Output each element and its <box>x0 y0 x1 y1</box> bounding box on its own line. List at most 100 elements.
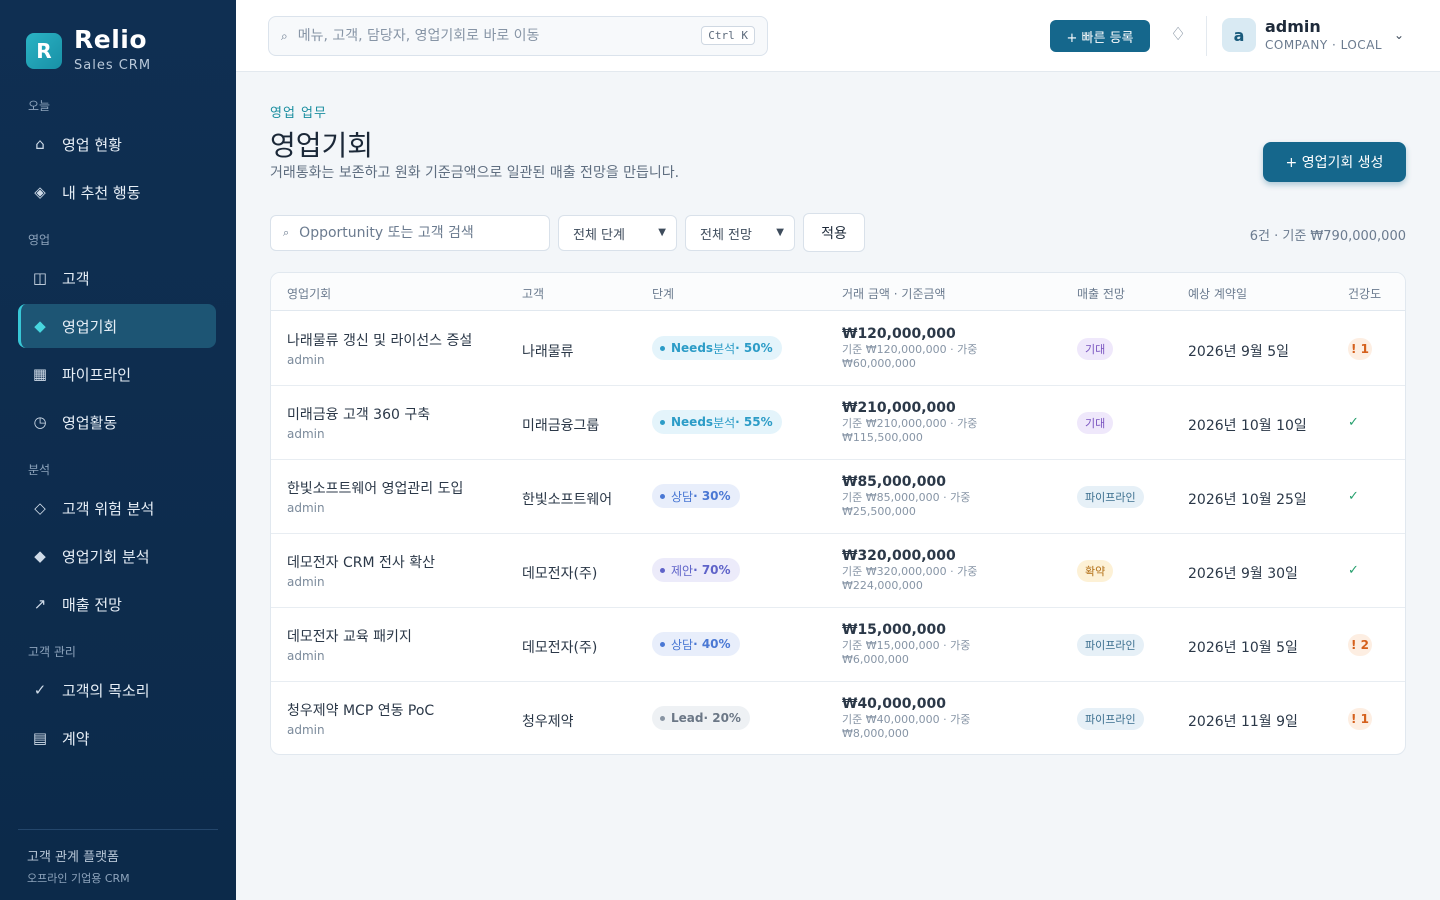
table-row[interactable]: 청우제약 MCP 연동 PoC admin 청우제약 Lead · 20% ₩40,00… <box>271 682 1405 754</box>
customer-icon: ◫ <box>32 269 48 287</box>
stage-percent: · 40% <box>693 637 731 651</box>
customer-name[interactable]: 한빛소프트웨어 <box>522 489 612 509</box>
sidebar-item-activities[interactable]: ◷ 영업활동 <box>18 400 216 444</box>
expected-close-date: 2026년 10월 10일 <box>1188 418 1307 434</box>
deal-amount: ₩40,000,000 <box>842 696 947 712</box>
column-header[interactable]: 고객 <box>522 285 544 302</box>
sidebar-item-opportunities[interactable]: ◆ 영업기회 <box>18 304 216 348</box>
sidebar-item-label: 영업 현황 <box>62 135 122 154</box>
topbar: ⌕ Ctrl K + 빠른 등록 ♢ a admin COMPANY · LOC… <box>236 0 1440 72</box>
opportunity-owner: admin <box>287 501 325 515</box>
health-warning-badge[interactable]: ! 2 <box>1348 634 1372 656</box>
forecast-select-value: 전체 전망 <box>700 227 752 243</box>
sidebar-item-label: 매출 전망 <box>62 595 122 614</box>
table-row[interactable]: 데모전자 교육 패키지 admin 데모전자(주) 상담 · 40% ₩15,000,0… <box>271 608 1405 682</box>
deal-amount: ₩85,000,000 <box>842 474 947 490</box>
page-title: 영업기회 <box>270 129 374 162</box>
opportunity-search-input[interactable] <box>299 225 540 241</box>
column-header[interactable]: 단계 <box>652 285 674 302</box>
opportunity-name[interactable]: 나래물류 갱신 및 라이선스 증설 <box>287 330 472 350</box>
nav-section-analysis: 분석 <box>28 463 51 477</box>
sidebar-item-recommend[interactable]: ◈ 내 추천 행동 <box>18 170 216 214</box>
table-row[interactable]: 나래물류 갱신 및 라이선스 증설 admin 나래물류 Needs 분석 · 50%… <box>271 312 1405 386</box>
opportunity-name[interactable]: 데모전자 CRM 전사 확산 <box>287 552 435 572</box>
result-summary: 6건 · 기준 ₩790,000,000 <box>1249 229 1406 244</box>
stage-name: Needs <box>671 415 714 429</box>
sidebar-item-forecast[interactable]: ↗ 매출 전망 <box>18 582 216 626</box>
sidebar-item-pipeline[interactable]: ▦ 파이프라인 <box>18 352 216 396</box>
stage-percent: · 30% <box>693 489 731 503</box>
sidebar-item-dashboard[interactable]: ⌂ 영업 현황 <box>18 122 216 166</box>
stage-percent: · 20% <box>703 711 741 725</box>
deal-amount: ₩320,000,000 <box>842 548 956 564</box>
quick-add-button[interactable]: + 빠른 등록 <box>1050 20 1150 52</box>
customer-name[interactable]: 데모전자(주) <box>522 563 597 583</box>
customer-name[interactable]: 청우제약 <box>522 711 574 731</box>
sidebar-item-label: 고객 <box>62 269 90 288</box>
opportunity-name[interactable]: 데모전자 교육 패키지 <box>287 626 412 646</box>
chevron-down-icon[interactable]: ⌄ <box>1394 28 1404 42</box>
footer-title: 고객 관계 플랫폼 <box>27 850 119 865</box>
stage-select[interactable]: 전체 단계 ▼ <box>558 215 677 251</box>
amount-detail: 기준 ₩40,000,000 · 가중 ₩8,000,000 <box>842 713 971 740</box>
stage-percent: · 50% <box>735 341 773 355</box>
table-row[interactable]: 미래금융 고객 360 구축 admin 미래금융그룹 Needs 분석 · 55% ₩… <box>271 386 1405 460</box>
user-name[interactable]: admin <box>1265 17 1321 36</box>
chevron-down-icon: ▼ <box>776 227 784 238</box>
page-description: 거래통화는 보존하고 원화 기준금액으로 일관된 매출 전망을 만듭니다. <box>270 165 680 181</box>
home-icon: ⌂ <box>35 135 45 153</box>
opportunity-icon: ◆ <box>34 317 46 335</box>
chevron-down-icon: ▼ <box>658 227 666 238</box>
sidebar-item-label: 내 추천 행동 <box>62 183 141 202</box>
search-icon: ⌕ <box>283 226 290 239</box>
opportunity-name[interactable]: 한빛소프트웨어 영업관리 도입 <box>287 478 463 498</box>
sidebar-item-contracts[interactable]: ▤ 계약 <box>18 716 216 760</box>
global-search[interactable]: ⌕ Ctrl K <box>268 16 768 56</box>
stage-badge: 상담 · 30% <box>652 484 740 508</box>
table-row[interactable]: 데모전자 CRM 전사 확산 admin 데모전자(주) 제안 · 70% ₩320,0… <box>271 534 1405 608</box>
amount-detail: 기준 ₩120,000,000 · 가중 ₩60,000,000 <box>842 343 978 370</box>
health-ok-icon: ✓ <box>1348 415 1359 430</box>
column-header[interactable]: 예상 계약일 <box>1188 285 1247 302</box>
customer-name[interactable]: 미래금융그룹 <box>522 415 599 435</box>
opportunity-name[interactable]: 청우제약 MCP 연동 PoC <box>287 700 434 720</box>
opportunity-name[interactable]: 미래금융 고객 360 구축 <box>287 404 430 424</box>
trend-icon: ↗ <box>33 595 47 613</box>
apply-button[interactable]: 적용 <box>803 213 865 252</box>
notification-icon[interactable]: ♢ <box>1170 24 1186 45</box>
stage-sub: 분석 <box>713 341 736 356</box>
customer-name[interactable]: 데모전자(주) <box>522 637 597 657</box>
forecast-badge: 확약 <box>1077 560 1114 582</box>
brand-name: Relio <box>74 25 148 54</box>
health-warning-badge[interactable]: ! 1 <box>1348 338 1372 360</box>
customer-name[interactable]: 나래물류 <box>522 341 574 361</box>
sidebar-item-voice[interactable]: ✓ 고객의 목소리 <box>18 668 216 712</box>
forecast-select[interactable]: 전체 전망 ▼ <box>685 215 795 251</box>
column-header[interactable]: 매출 전망 <box>1077 285 1125 302</box>
create-opportunity-button[interactable]: + 영업기회 생성 <box>1263 142 1406 182</box>
health-warning-badge[interactable]: ! 1 <box>1348 708 1372 730</box>
brand[interactable]: R Relio Sales CRM <box>26 25 151 73</box>
column-header[interactable]: 영업기회 <box>287 285 331 302</box>
avatar[interactable]: a <box>1222 18 1256 52</box>
sidebar-item-risk[interactable]: ◇ 고객 위험 분석 <box>18 486 216 530</box>
forecast-badge: 기대 <box>1077 412 1114 434</box>
sidebar: R Relio Sales CRM 오늘 ⌂ 영업 현황 ◈ 내 추천 행동 영… <box>0 0 236 900</box>
user-company: COMPANY · LOCAL <box>1265 38 1383 52</box>
forecast-badge: 파이프라인 <box>1077 486 1144 508</box>
column-header[interactable]: 거래 금액 · 기준금액 <box>842 285 946 302</box>
amount-detail: 기준 ₩320,000,000 · 가중 ₩224,000,000 <box>842 565 978 592</box>
stage-name: Lead <box>671 711 704 725</box>
sidebar-item-label: 고객의 목소리 <box>62 681 150 700</box>
table-row[interactable]: 한빛소프트웨어 영업관리 도입 admin 한빛소프트웨어 상담 · 30% ₩85,0… <box>271 460 1405 534</box>
sidebar-item-customers[interactable]: ◫ 고객 <box>18 256 216 300</box>
shortcut-hint: Ctrl K <box>701 26 755 45</box>
stage-badge: 제안 · 70% <box>652 558 740 582</box>
opportunity-search[interactable]: ⌕ <box>270 215 550 251</box>
global-search-input[interactable] <box>297 28 688 44</box>
opportunity-owner: admin <box>287 723 325 737</box>
forecast-badge: 파이프라인 <box>1077 634 1144 656</box>
sidebar-item-opp-analysis[interactable]: ◆ 영업기회 분석 <box>18 534 216 578</box>
forecast-badge: 파이프라인 <box>1077 708 1144 730</box>
column-header[interactable]: 건강도 <box>1348 285 1381 302</box>
